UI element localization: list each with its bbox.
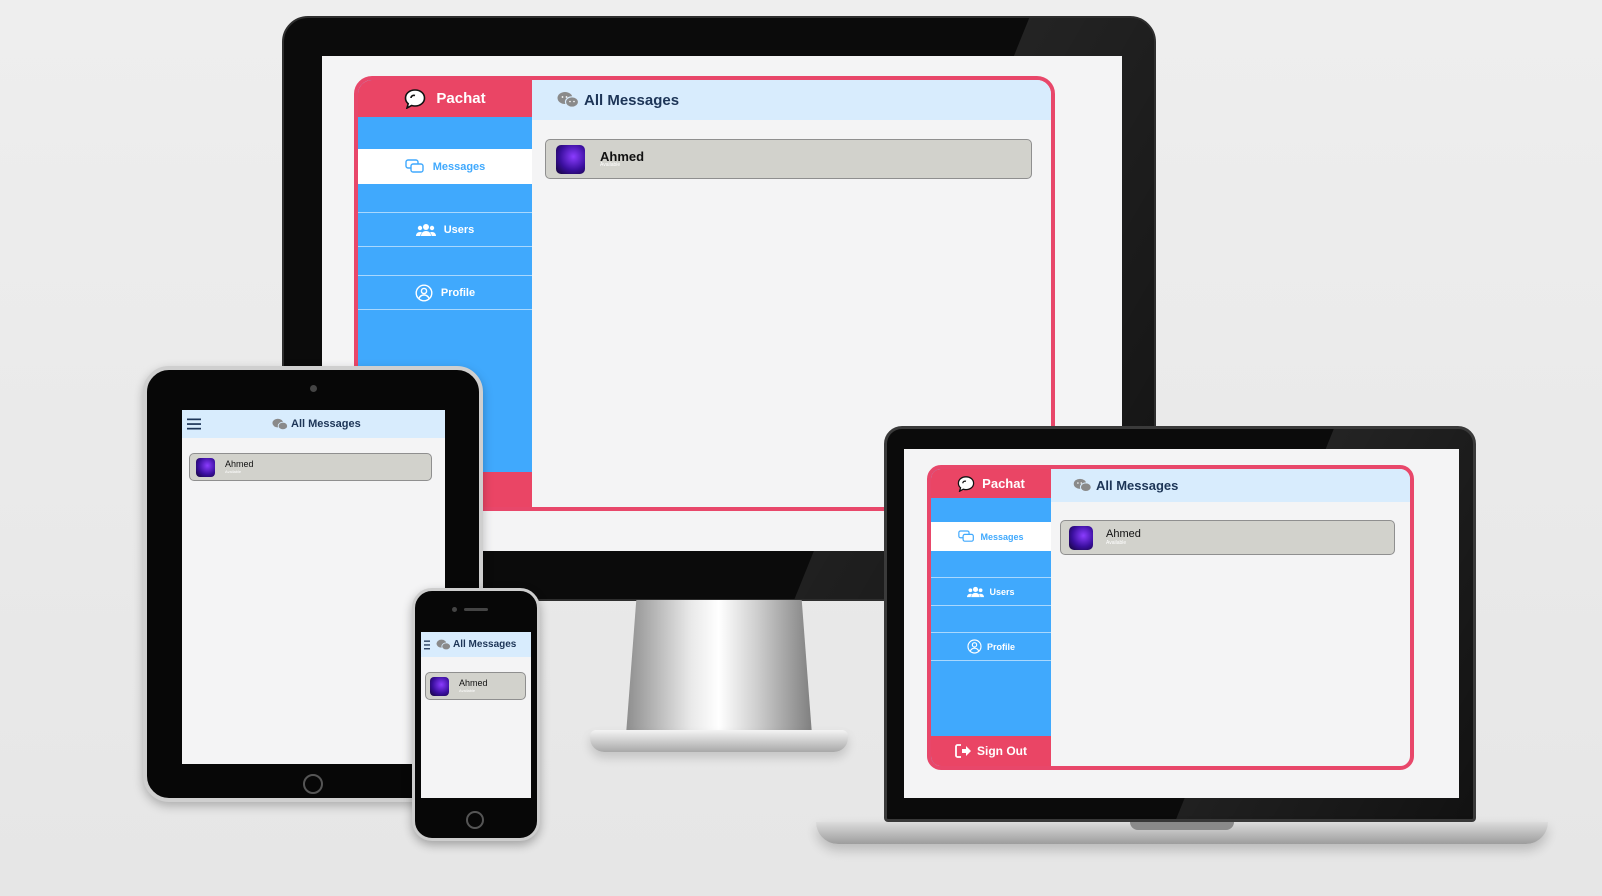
- contact-status: Available: [225, 468, 242, 474]
- contact-status: Available: [1106, 539, 1127, 546]
- page-title: All Messages: [584, 91, 680, 109]
- sidebar-item-profile[interactable]: Profile: [931, 632, 1051, 661]
- avatar: [1069, 525, 1093, 550]
- chat-bubbles-icon: [557, 91, 579, 109]
- monitor-stand: [625, 600, 813, 748]
- conversation-info: Ahmed Available: [459, 678, 488, 693]
- messages-icon: [958, 530, 975, 543]
- list-item[interactable]: Ahmed Available: [425, 672, 526, 700]
- sidebar-item-profile[interactable]: Profile: [358, 275, 532, 310]
- menu-icon[interactable]: [187, 418, 201, 430]
- sidebar-item-messages[interactable]: Messages: [931, 522, 1051, 551]
- phone-camera: [452, 607, 457, 612]
- brand-name: Pachat: [436, 90, 486, 107]
- brand-logo[interactable]: Pachat: [358, 80, 532, 117]
- sidebar-item-label: Messages: [980, 531, 1024, 542]
- avatar: [430, 676, 449, 696]
- signout-icon: [955, 744, 972, 758]
- monitor-base: [590, 730, 848, 752]
- sidebar-item-label: Profile: [440, 286, 476, 299]
- chat-bubbles-icon: [272, 418, 288, 431]
- users-icon: [415, 223, 436, 237]
- chat-bubbles-icon: [436, 639, 451, 651]
- sidebar-item-label: Users: [989, 586, 1015, 597]
- signout-label: Sign Out: [977, 744, 1027, 758]
- sidebar-item-label: Users: [443, 223, 475, 236]
- page-header: All Messages: [532, 80, 1051, 120]
- profile-icon: [967, 639, 982, 654]
- brand-logo[interactable]: Pachat: [931, 469, 1051, 498]
- sidebar-item-label: Profile: [986, 641, 1015, 652]
- sidebar-item-users[interactable]: Users: [358, 212, 532, 247]
- contact-status: Available: [459, 687, 476, 693]
- chat-bubble-icon: [404, 88, 426, 109]
- laptop-screen: Pachat Messages Users Profile Sign Out A…: [904, 449, 1459, 798]
- tablet-camera: [310, 385, 317, 392]
- page-header: All Messages: [421, 632, 531, 657]
- sidebar-item-messages[interactable]: Messages: [358, 149, 532, 184]
- tablet-home-button: [303, 774, 323, 794]
- brand-name: Pachat: [982, 476, 1025, 491]
- page-title: All Messages: [291, 418, 361, 430]
- list-item[interactable]: Ahmed Available: [545, 139, 1032, 179]
- avatar: [196, 457, 215, 477]
- conversation-info: Ahmed Available: [225, 459, 254, 474]
- menu-icon[interactable]: [424, 640, 430, 650]
- app-window-laptop: Pachat Messages Users Profile Sign Out A…: [927, 465, 1414, 770]
- tablet-screen: All Messages Ahmed Available: [182, 410, 445, 764]
- laptop-notch: [1130, 822, 1234, 830]
- page-title: All Messages: [1096, 478, 1179, 493]
- chat-bubbles-icon: [1073, 478, 1092, 493]
- conversation-info: Ahmed Available: [1106, 529, 1141, 546]
- phone-home-button: [466, 811, 484, 829]
- contact-status: Available: [600, 162, 621, 169]
- phone-screen: All Messages Ahmed Available: [421, 632, 531, 798]
- signout-button[interactable]: Sign Out: [931, 736, 1051, 766]
- page-header: All Messages: [182, 410, 445, 438]
- sidebar: Pachat Messages Users Profile Sign Out: [931, 469, 1051, 766]
- sidebar-item-label: Messages: [432, 160, 486, 173]
- profile-icon: [415, 283, 433, 302]
- conversation-info: Ahmed Available: [600, 150, 644, 169]
- phone-speaker: [464, 608, 488, 611]
- list-item[interactable]: Ahmed Available: [189, 453, 432, 481]
- main-panel: All Messages Ahmed Available: [1051, 469, 1410, 766]
- contact-name: Ahmed: [600, 148, 645, 164]
- list-item[interactable]: Ahmed Available: [1060, 520, 1395, 555]
- chat-bubble-icon: [957, 475, 975, 492]
- messages-icon: [405, 159, 425, 174]
- page-header: All Messages: [1051, 469, 1410, 502]
- avatar: [556, 144, 585, 174]
- users-icon: [967, 586, 985, 598]
- sidebar-item-users[interactable]: Users: [931, 577, 1051, 606]
- page-title: All Messages: [453, 639, 517, 650]
